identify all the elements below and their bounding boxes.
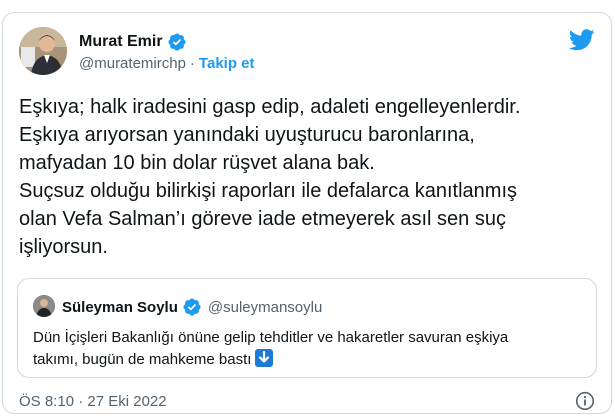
quoted-text: Dün İçişleri Bakanlığı önüne gelip tehdi… <box>33 327 588 371</box>
separator-dot: · <box>189 55 195 72</box>
author-name-row: Murat Emir <box>79 32 187 52</box>
verified-badge-icon <box>182 297 202 317</box>
tweet-line: mafyadan 10 bin dolar rüşvet alana bak. <box>19 152 375 174</box>
follow-button[interactable]: Takip et <box>199 55 255 72</box>
quoted-author-handle[interactable]: @suleymansoylu <box>208 299 322 316</box>
tweet-text: Eşkıya; halk iradesini gasp edip, adalet… <box>19 93 599 261</box>
author-handle[interactable]: @muratemirchp <box>79 55 186 72</box>
author-name[interactable]: Murat Emir <box>79 33 163 51</box>
tweet-line: Eşkıya; halk iradesini gasp edip, adalet… <box>19 96 521 118</box>
tweet-timestamp[interactable]: ÖS 8:10 · 27 Eki 2022 <box>19 393 167 410</box>
quoted-author-avatar[interactable] <box>33 295 55 317</box>
tweet-line: olan Vefa Salman’ı göreve iade etmeyerek… <box>19 208 506 230</box>
quoted-header: Süleyman Soylu @suleymansoylu <box>62 297 322 317</box>
author-handle-row: @muratemirchp · Takip et <box>79 55 255 72</box>
down-arrow-emoji <box>255 349 274 367</box>
author-avatar[interactable] <box>19 27 67 75</box>
tweet-card: Murat Emir @muratemirchp · Takip et Eşkı… <box>2 12 612 414</box>
tweet-line: Suçsuz olduğu bilirkişi raporları ile de… <box>19 180 518 202</box>
quoted-line: Dün İçişleri Bakanlığı önüne gelip tehdi… <box>33 329 509 346</box>
quoted-line: takımı, bugün de mahkeme bastı <box>33 351 252 368</box>
quoted-author-name[interactable]: Süleyman Soylu <box>62 299 178 316</box>
quoted-line-2: takımı, bugün de mahkeme bastı <box>33 349 588 371</box>
tweet-line: Eşkıya arıyorsan yanındaki uyuşturucu ba… <box>19 124 475 146</box>
quoted-tweet[interactable]: Süleyman Soylu @suleymansoylu Dün İçişle… <box>17 278 597 378</box>
info-icon[interactable] <box>575 391 595 411</box>
verified-badge-icon <box>167 32 187 52</box>
tweet-line: işliyorsun. <box>19 236 108 258</box>
twitter-bird-icon[interactable] <box>568 29 595 51</box>
